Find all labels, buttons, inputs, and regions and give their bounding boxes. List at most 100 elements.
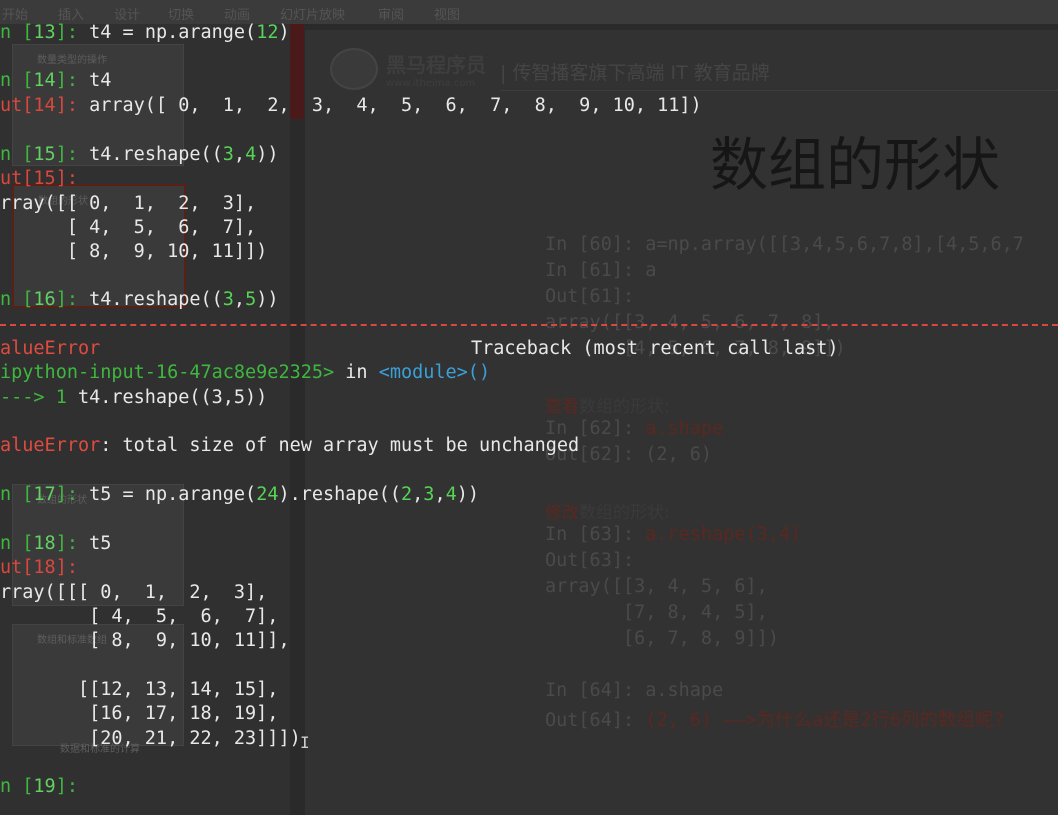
input-cell-16[interactable]: n [16]: t4.reshape((3,5)) [0,288,278,312]
output-line: rray([[[ 0, 1, 2, 3], [0,582,268,603]
prompt-number: 19 [33,776,56,797]
output-line: [[12, 13, 14, 15], [0,679,279,700]
error-class: alueError [0,435,101,456]
slide-code-line: [6, 7, 8, 9]]) [545,628,779,649]
code: , [434,484,446,505]
code-number: 2 [401,484,413,505]
error-class: alueError [0,338,101,359]
input-cell-14[interactable]: n [14]: t4 [0,69,111,93]
slide-highlight: (2, 6) ——>为什么a还是2行6列的数组呢? [645,710,1005,731]
output-line: [ 4, 5, 6, 7], [0,217,257,238]
output-cell-14: ut[14]: array([ 0, 1, 2, 3, 4, 5, 6, 7, … [0,94,702,118]
prompt-number: 16 [33,289,56,310]
code-number: 4 [445,484,457,505]
error-message: alueError: total size of new array must … [0,434,579,458]
out-prompt: ut[15]: [0,168,78,189]
slide-code-line: [7, 8, 4, 5], [545,602,768,623]
in-prompt: n [ [0,776,34,797]
slide-highlight: a.shape [645,418,724,439]
code-number: 12 [256,22,279,43]
slide-code-line: In [63]: a.reshape(3,4) [545,524,801,545]
input-cell-17[interactable]: n [17]: t5 = np.arange(24).reshape((2,3,… [0,483,479,507]
prompt-number: 18 [33,533,56,554]
in-prompt: n [ [0,484,34,505]
slide-code-line: array([[3, 4, 5, 6, 7, 8], [545,312,835,333]
output-line: [20, 21, 22, 23]]]) [0,728,301,749]
slide-tagline: | 传智播客旗下高端 IT 教育品牌 [500,62,770,84]
slide-code-line: Out[61]: [545,286,635,307]
traceback-code: t4.reshape((3,5)) [77,387,268,408]
out-prompt: ut[14]: [0,95,90,116]
in-prompt-close: ]: [55,22,90,43]
slide-heading-modify-shape: 修改数组的形状: [545,498,670,523]
slide-code-line: In [60]: a=np.array([[3,4,5,6,7,8],[4,5,… [545,234,1024,255]
code: )) [256,289,279,310]
out-prompt: ut[18]: [0,557,78,578]
traceback-location: ipython-input-16-47ac8e9e2325> in <modul… [0,361,490,385]
slide-heading-rest: 数组的形状: [579,397,670,417]
traceback-header: Traceback (most recent call last) [471,338,839,359]
logo-name: 黑马程序员 [386,53,486,77]
slide-title: 数组的形状 [710,131,1001,199]
slide-prompt: In [63]: [545,524,646,545]
code: t4 [89,70,112,91]
horse-logo-icon [330,48,378,90]
output-cell-15: ut[15]: [0,167,78,191]
prompt-number: 14 [33,70,56,91]
code-number: 4 [245,144,257,165]
output-line: rray([[ 0, 1, 2, 3], [0,193,257,214]
in-prompt-close: ]: [55,484,90,505]
code-number: 3 [222,289,234,310]
in-prompt-close: ]: [55,70,90,91]
ribbon-tab-view[interactable]: 视图 [434,4,460,23]
slide-heading-red: 修改 [545,503,579,523]
input-cell-15[interactable]: n [15]: t4.reshape((3,4)) [0,143,278,167]
output-line: [ 8, 9, 10, 11]], [0,630,290,651]
slide-prompt: Out[64]: [545,710,646,731]
code-number: 5 [245,289,257,310]
code: , [233,289,246,310]
slide-heading-red: 查看 [545,397,579,417]
code: ) [278,22,290,43]
error-name: alueError [0,337,100,361]
input-cell-13[interactable]: n [13]: t4 = np.arange(12) [0,21,290,45]
slide-code-line: array([[3, 4, 5, 6], [545,576,768,597]
code: , [412,484,424,505]
code: t4.reshape(( [89,289,223,310]
in-prompt: n [ [0,289,34,310]
in-prompt-close: ]: [55,144,90,165]
ribbon-tab-review[interactable]: 审阅 [378,4,404,23]
code-number: 3 [222,144,234,165]
error-text: : total size of new array must be unchan… [100,435,580,456]
text-cursor-icon: I [300,733,310,752]
slide-code-line: In [61]: a [545,260,657,281]
traceback-arrow: ---> 1 [0,387,78,408]
slide-divider [500,90,1058,91]
traceback-module: <module>() [378,362,491,383]
slide-thumbnail-title: 数量类型的操作 [37,55,107,66]
slide-heading-view-shape: 查看数组的形状: [545,392,670,417]
in-prompt: n [ [0,144,34,165]
code: t5 = np.arange( [89,484,257,505]
in-prompt-close: ]: [55,533,90,554]
output-line: [16, 17, 18, 19], [0,703,279,724]
in-prompt: n [ [0,22,34,43]
code: )) [256,144,279,165]
prompt-number: 17 [33,484,56,505]
prompt-number: 13 [33,22,56,43]
ribbon-tab-slideshow[interactable]: 幻灯片放映 [280,4,345,23]
in-prompt: n [ [0,70,34,91]
logo-url: www.itheima.com [386,78,476,89]
output-cell-18: ut[18]: [0,556,78,580]
traceback-divider [0,324,1058,326]
code: t5 [89,533,112,554]
code-number: 3 [423,484,435,505]
slide-code-line: In [64]: a.shape [545,680,724,701]
input-cell-19[interactable]: n [19]: [0,775,89,799]
traceback-in: in [345,362,379,383]
code: ).reshape(( [278,484,402,505]
code: )) [456,484,479,505]
input-cell-18[interactable]: n [18]: t5 [0,532,111,556]
in-prompt: n [ [0,533,34,554]
output-line: [ 4, 5, 6, 7], [0,606,279,627]
